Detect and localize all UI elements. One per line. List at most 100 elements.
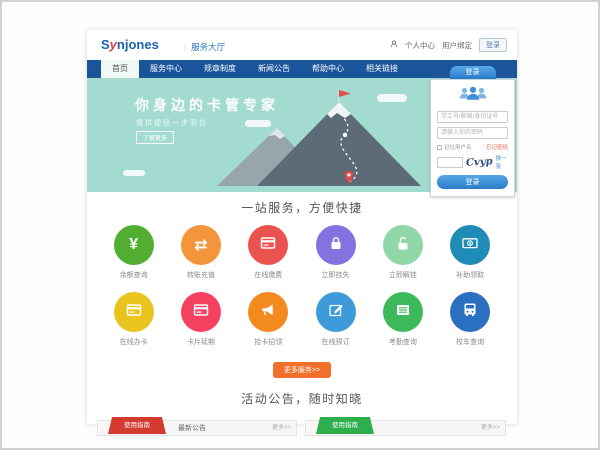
remember-separator: | (483, 144, 484, 150)
forgot-password-link[interactable]: 忘记密码 (486, 143, 508, 151)
service-item-6: 在线办卡 (100, 292, 167, 347)
service-label: 在线预订 (302, 337, 369, 347)
logo-suffix: njones (117, 37, 159, 52)
service-label: 在线缴费 (235, 270, 302, 280)
service-label: 立即挂失 (302, 270, 369, 280)
service-item-3: 立即挂失 (302, 225, 369, 280)
logo[interactable]: Synjones (101, 37, 159, 52)
header-login-button[interactable]: 登录 (479, 38, 507, 52)
service-item-11: 校车查询 (436, 292, 503, 347)
service-button-4[interactable] (383, 225, 423, 265)
announcements-tabs: 使用指南 最新公告 更多>> 使用指南 更多>> (87, 416, 517, 442)
unlock-icon (394, 234, 412, 257)
service-button-2[interactable] (248, 225, 288, 265)
remember-checkbox[interactable] (437, 145, 442, 150)
nav-item-3[interactable]: 新闻公告 (247, 60, 301, 78)
nav-item-0[interactable]: 首页 (101, 60, 139, 78)
latest-announcements-tab[interactable]: 最新公告 (178, 421, 206, 436)
login-form: 记住用户名 | 忘记密码 Cvyp 换一张 登录 (430, 79, 515, 197)
remember-label: 记住用户名 (444, 143, 472, 151)
logo-divider: | (184, 43, 186, 52)
card-icon (259, 234, 277, 257)
site-header: Synjones | 服务大厅 个人中心 用户绑定 登录 (87, 30, 517, 60)
captcha-image[interactable]: Cvyp (466, 156, 493, 168)
login-panel: 登录 记住用户名 | 忘记密码 (430, 66, 515, 197)
yen-icon: ¥ (129, 236, 138, 254)
logo-accent: y (110, 37, 117, 52)
service-item-9: 在线预订 (302, 292, 369, 347)
password-input[interactable] (437, 127, 508, 139)
service-item-8: 拾卡招领 (235, 292, 302, 347)
banknote-icon: $ (461, 234, 479, 257)
announcements-title: 活动公告，随时知晓 (87, 390, 517, 407)
announcements-section: 活动公告，随时知晓 使用指南 最新公告 更多>> 使用指南 更多>> (87, 390, 517, 442)
right-more-link[interactable]: 更多>> (481, 421, 500, 436)
nav-item-5[interactable]: 相关链接 (355, 60, 409, 78)
hero-title: 你身边的卡管专家 (135, 95, 279, 115)
service-button-11[interactable] (450, 292, 490, 332)
service-label: 立即解挂 (369, 270, 436, 280)
service-label: 卡片延期 (167, 337, 234, 347)
megaphone-icon (259, 301, 277, 324)
edit-icon (327, 301, 345, 324)
user-binding-link[interactable]: 用户绑定 (442, 40, 472, 51)
webpage: Synjones | 服务大厅 个人中心 用户绑定 登录 首页服务中心规章制度新闻… (87, 30, 517, 424)
remember-row: 记住用户名 | 忘记密码 (437, 143, 508, 151)
site-name: | 服务大厅 (184, 41, 225, 53)
hero-learn-more-button[interactable]: 了解更多 (136, 131, 174, 144)
logo-prefix: S (101, 37, 110, 52)
transfer-icon: ⇄ (194, 235, 207, 255)
service-button-1[interactable]: ⇄ (181, 225, 221, 265)
card-icon (125, 301, 143, 324)
service-label: 余额查询 (100, 270, 167, 280)
right-ribbon-tab[interactable]: 使用指南 (316, 417, 374, 434)
card-icon (192, 301, 210, 324)
service-item-5: $ 补助领取 (436, 225, 503, 280)
service-button-0[interactable]: ¥ (114, 225, 154, 265)
service-button-8[interactable] (248, 292, 288, 332)
nav-item-2[interactable]: 规章制度 (193, 60, 247, 78)
person-icon (390, 40, 398, 50)
left-ribbon-tab[interactable]: 使用指南 (108, 417, 166, 434)
service-label: 转账充值 (167, 270, 234, 280)
service-button-6[interactable] (114, 292, 154, 332)
personal-center-link[interactable]: 个人中心 (405, 40, 435, 51)
service-button-10[interactable] (383, 292, 423, 332)
login-submit-button[interactable]: 登录 (437, 175, 508, 189)
service-item-0: ¥ 余额查询 (100, 225, 167, 280)
service-item-2: 在线缴费 (235, 225, 302, 280)
login-tab[interactable]: 登录 (450, 66, 496, 79)
captcha-row: Cvyp 换一张 (437, 154, 508, 170)
bus-icon (461, 301, 479, 324)
service-button-9[interactable] (316, 292, 356, 332)
nav-item-1[interactable]: 服务中心 (139, 60, 193, 78)
service-button-5[interactable]: $ (450, 225, 490, 265)
service-label: 拾卡招领 (235, 337, 302, 347)
service-button-3[interactable] (316, 225, 356, 265)
service-label: 校车查询 (436, 337, 503, 347)
service-grid: ¥ 余额查询 ⇄ 转账充值在线缴费立即挂失立即解挂 $ 补助领取在线办卡卡片延期拾卡招领在… (100, 225, 504, 359)
left-more-link[interactable]: 更多>> (272, 421, 291, 436)
service-label: 补助领取 (436, 270, 503, 280)
service-item-7: 卡片延期 (167, 292, 234, 347)
captcha-input[interactable] (437, 157, 463, 168)
announcements-right-panel: 使用指南 更多>> (305, 420, 506, 436)
service-item-1: ⇄ 转账充值 (167, 225, 234, 280)
service-button-7[interactable] (181, 292, 221, 332)
announcements-left-panel: 使用指南 最新公告 更多>> (97, 420, 297, 436)
captcha-refresh-link[interactable]: 换一张 (496, 154, 508, 170)
header-right: 个人中心 用户绑定 登录 (390, 38, 507, 52)
more-services-button[interactable]: 更多服务>> (273, 362, 331, 378)
service-label: 考勤查询 (369, 337, 436, 347)
cloud (123, 170, 145, 176)
service-label: 在线办卡 (100, 337, 167, 347)
site-name-label: 服务大厅 (191, 42, 225, 52)
services-title: 一站服务，方便快捷 (87, 199, 517, 216)
service-item-10: 考勤查询 (369, 292, 436, 347)
lock-icon (327, 234, 345, 257)
services-section: 一站服务，方便快捷 ¥ 余额查询 ⇄ 转账充值在线缴费立即挂失立即解挂 $ 补助领取在线办… (87, 192, 517, 378)
nav-item-4[interactable]: 帮助中心 (301, 60, 355, 78)
list-icon (394, 301, 412, 324)
username-input[interactable] (437, 111, 508, 123)
users-icon (456, 85, 490, 107)
